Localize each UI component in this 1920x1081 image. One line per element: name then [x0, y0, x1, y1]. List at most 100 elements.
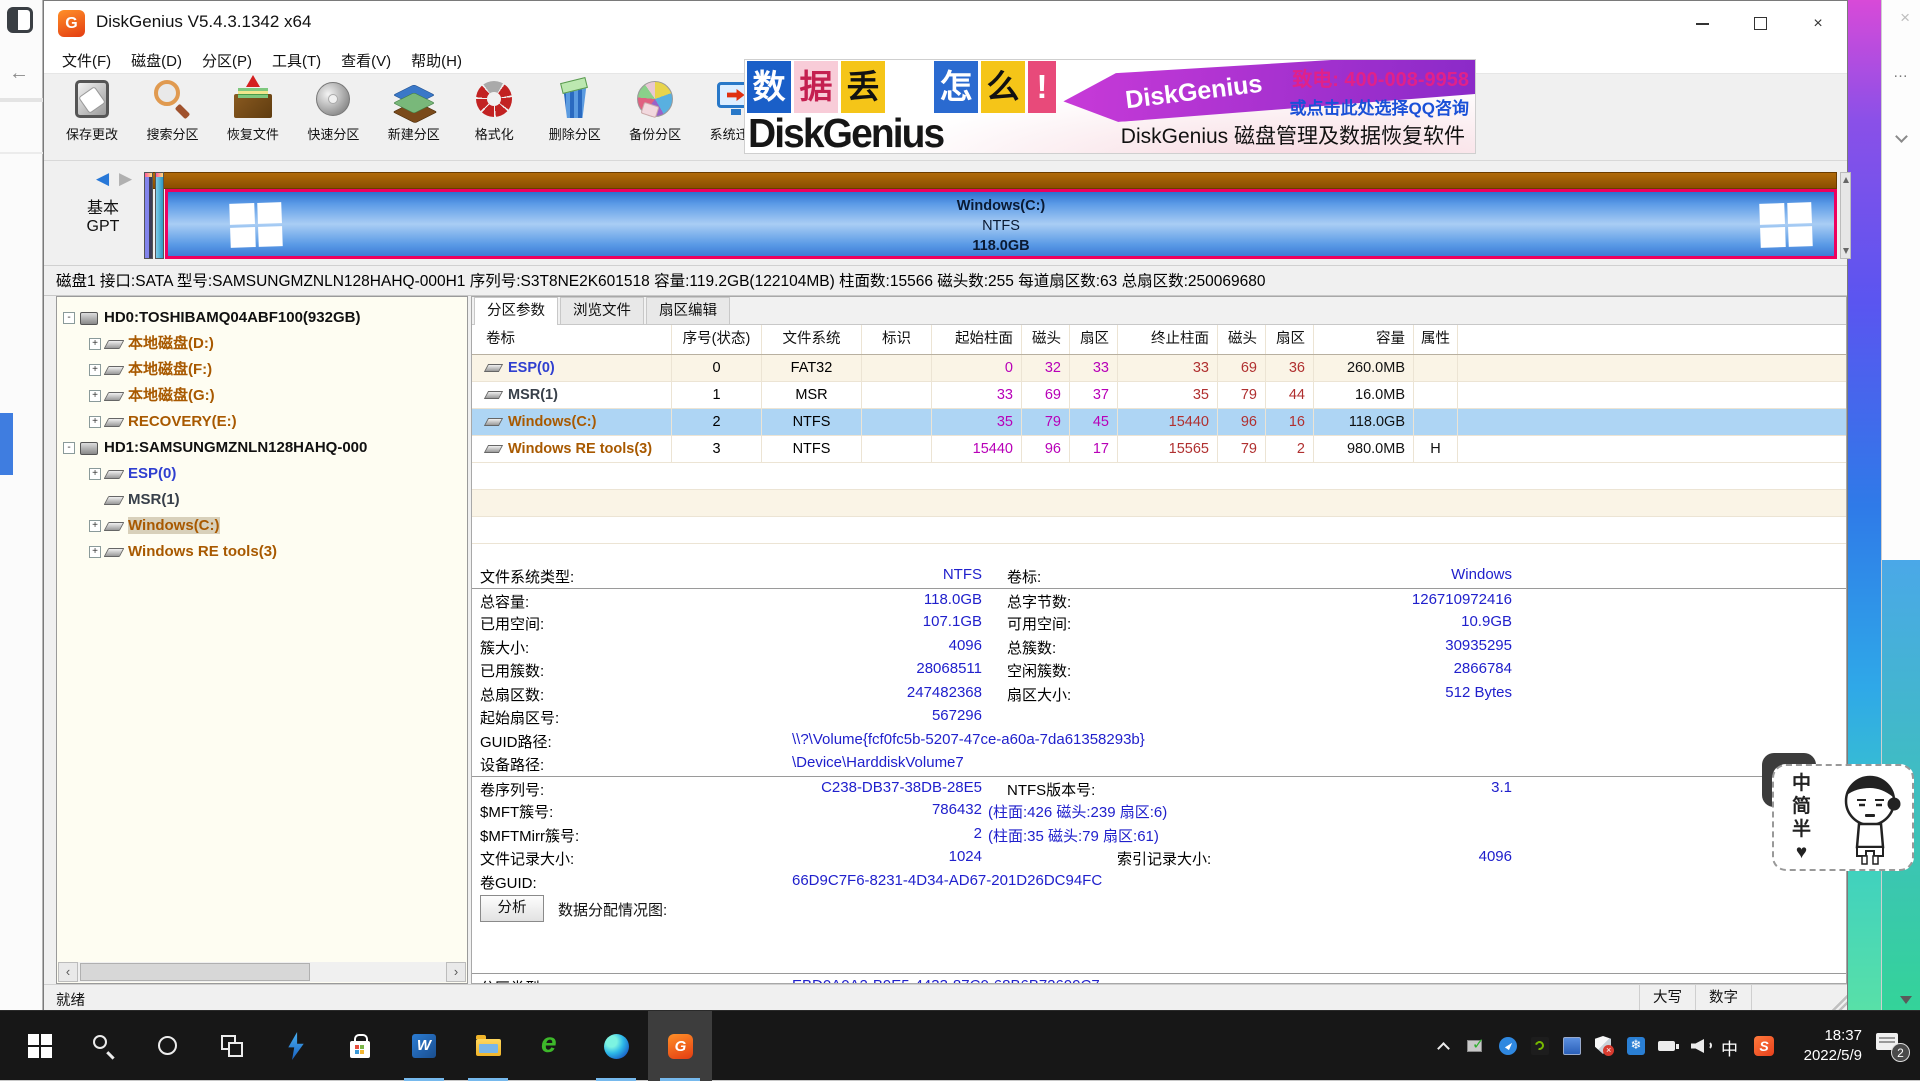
table-header-cell[interactable]: 磁头 [1022, 325, 1070, 354]
taskbar-app[interactable] [584, 1011, 648, 1081]
tray-item[interactable] [1748, 1011, 1780, 1081]
toolbar-button[interactable]: 新建分区 [376, 74, 452, 158]
tab[interactable]: 浏览文件 [560, 297, 644, 324]
maximize-button[interactable] [1731, 1, 1789, 46]
tray-item[interactable] [1492, 1011, 1524, 1081]
resize-grip[interactable] [1831, 995, 1847, 1011]
minimize-button[interactable] [1673, 1, 1731, 46]
windows-c-partition-bar[interactable]: Windows(C:) NTFS 118.0GB [165, 189, 1837, 259]
tray-item[interactable] [1684, 1011, 1716, 1081]
disk-bar[interactable] [144, 172, 1837, 189]
taskbar-app[interactable] [648, 1011, 712, 1081]
ime-mode-char[interactable]: 简 [1792, 795, 1811, 818]
tree-item[interactable]: +ESP(0) [57, 461, 467, 487]
expand-toggle-icon[interactable]: + [89, 546, 101, 558]
table-header-cell[interactable]: 扇区 [1266, 325, 1314, 354]
tab[interactable]: 分区参数 [474, 297, 558, 325]
tray-item[interactable] [1588, 1011, 1620, 1081]
next-disk-icon[interactable]: ▶ [119, 169, 132, 189]
table-row[interactable]: Windows RE tools(3) 3 NTFS 15440 96 17 1… [472, 436, 1846, 463]
table-header-cell[interactable]: 终止柱面 [1118, 325, 1218, 354]
toolbar-button[interactable]: 快速分区 [295, 74, 371, 158]
taskbar-app[interactable] [200, 1011, 264, 1081]
scroll-right-icon[interactable]: › [446, 962, 466, 982]
banner-qq-link[interactable]: 或点击此处选择QQ咨询 [1290, 94, 1469, 119]
expand-toggle-icon[interactable]: + [89, 338, 101, 350]
ime-mode-char[interactable]: 中 [1792, 772, 1811, 795]
taskbar-clock[interactable]: 18:37 2022/5/9 [1780, 1026, 1866, 1066]
graph-scrollbar[interactable] [1840, 172, 1851, 259]
table-row[interactable]: Windows(C:) 2 NTFS 35 79 45 15440 96 16 … [472, 409, 1846, 436]
table-header-cell[interactable]: 卷标 [472, 325, 672, 354]
menu-item[interactable]: 工具(T) [262, 46, 331, 75]
tab[interactable]: 扇区编辑 [646, 297, 730, 324]
tree-item[interactable]: +本地磁盘(G:) [57, 383, 467, 409]
expand-toggle-icon[interactable]: - [63, 442, 75, 454]
menu-item[interactable]: 磁盘(D) [121, 46, 192, 75]
taskbar-app[interactable] [456, 1011, 520, 1081]
tree-item[interactable]: +本地磁盘(F:) [57, 357, 467, 383]
taskbar-app[interactable] [8, 1011, 72, 1081]
table-header-cell[interactable]: 磁头 [1218, 325, 1266, 354]
promo-banner[interactable]: DiskGenius 数据丢怎么! DiskGenius 致电: 400-008… [744, 59, 1476, 154]
tree-item[interactable]: -HD0:TOSHIBAMQ04ABF100(932GB) [57, 305, 467, 331]
toolbar-button[interactable]: 格式化 [456, 74, 532, 158]
taskbar-app[interactable] [328, 1011, 392, 1081]
table-header-cell[interactable]: 扇区 [1070, 325, 1118, 354]
toolbar-button[interactable]: 搜索分区 [134, 74, 210, 158]
esp-partition-bar[interactable] [144, 172, 153, 259]
table-header-cell[interactable]: 起始柱面 [932, 325, 1022, 354]
tree-item[interactable]: MSR(1) [57, 487, 467, 513]
taskbar-app[interactable] [520, 1011, 584, 1081]
menu-item[interactable]: 查看(V) [331, 46, 401, 75]
detail-value: 1024 [632, 848, 982, 865]
close-button[interactable]: × [1789, 1, 1847, 46]
ime-mode-char[interactable]: ♥ [1792, 841, 1811, 864]
taskbar-app[interactable] [392, 1011, 456, 1081]
menu-item[interactable]: 文件(F) [52, 46, 121, 75]
table-header-cell[interactable]: 属性 [1414, 325, 1458, 354]
toolbar-button[interactable]: 保存更改 [54, 74, 130, 158]
scrollbar-thumb[interactable] [80, 963, 310, 981]
taskbar-app[interactable] [264, 1011, 328, 1081]
expand-toggle-icon[interactable]: + [89, 364, 101, 376]
toolbar-button[interactable]: 备份分区 [617, 74, 693, 158]
taskbar-app[interactable] [136, 1011, 200, 1081]
tray-item[interactable] [1428, 1011, 1460, 1081]
expand-toggle-icon[interactable]: + [89, 416, 101, 428]
tree-item[interactable]: +本地磁盘(D:) [57, 331, 467, 357]
tree-item[interactable]: +RECOVERY(E:) [57, 409, 467, 435]
table-header-cell[interactable]: 标识 [862, 325, 932, 354]
tree-item[interactable]: +Windows RE tools(3) [57, 539, 467, 565]
ime-status-widget[interactable]: 中简半♥ [1772, 764, 1914, 871]
ime-mode-char[interactable]: 半 [1792, 818, 1811, 841]
tree-item[interactable]: +Windows(C:) [57, 513, 467, 539]
analyze-button[interactable]: 分析 [480, 895, 544, 922]
expand-toggle-icon[interactable]: + [89, 520, 101, 532]
table-row[interactable]: ESP(0) 0 FAT32 0 32 33 33 69 36 260.0MB [472, 355, 1846, 382]
tray-item[interactable]: 中 [1716, 1011, 1748, 1081]
table-header-cell[interactable]: 文件系统 [762, 325, 862, 354]
expand-toggle-icon[interactable]: - [63, 312, 75, 324]
prev-disk-icon[interactable]: ◀ [96, 169, 109, 189]
table-row[interactable]: MSR(1) 1 MSR 33 69 37 35 79 44 16.0MB [472, 382, 1846, 409]
tray-item[interactable] [1620, 1011, 1652, 1081]
expand-toggle-icon[interactable]: + [89, 390, 101, 402]
tray-item[interactable] [1460, 1011, 1492, 1081]
table-header-cell[interactable]: 容量 [1314, 325, 1414, 354]
menu-item[interactable]: 帮助(H) [401, 46, 472, 75]
tray-item[interactable] [1524, 1011, 1556, 1081]
table-header-cell[interactable]: 序号(状态) [672, 325, 762, 354]
tree-horizontal-scrollbar[interactable]: ‹ › [58, 962, 466, 982]
tray-item[interactable] [1556, 1011, 1588, 1081]
toolbar-button[interactable]: 删除分区 [537, 74, 613, 158]
scroll-left-icon[interactable]: ‹ [58, 962, 78, 982]
taskbar-app[interactable] [72, 1011, 136, 1081]
notification-center-icon[interactable]: 2 [1866, 1011, 1912, 1081]
expand-toggle-icon[interactable]: + [89, 468, 101, 480]
tray-item[interactable] [1652, 1011, 1684, 1081]
msr-partition-bar[interactable] [155, 172, 164, 259]
toolbar-button[interactable]: 恢复文件 [215, 74, 291, 158]
tree-item[interactable]: -HD1:SAMSUNGMZNLN128HAHQ-000 [57, 435, 467, 461]
menu-item[interactable]: 分区(P) [192, 46, 262, 75]
